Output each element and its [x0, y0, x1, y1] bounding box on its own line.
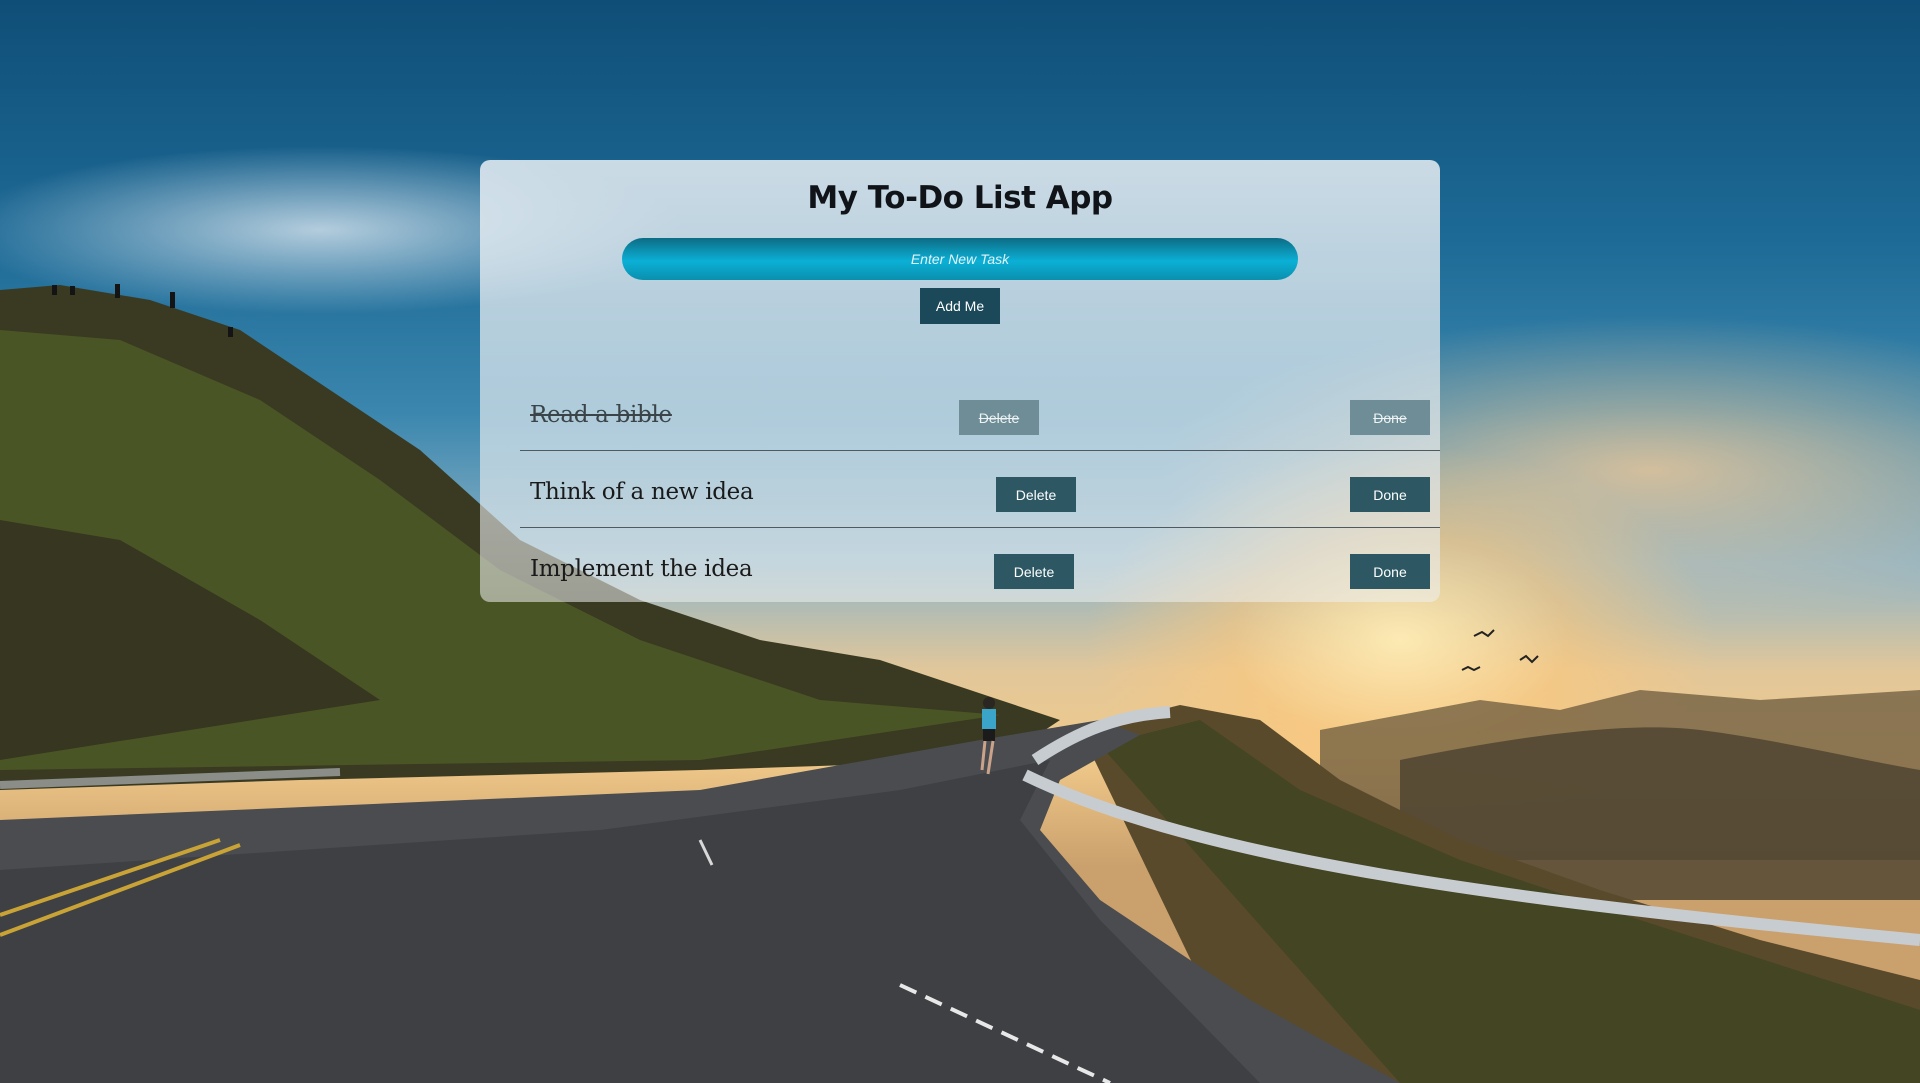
- delete-button[interactable]: Delete: [994, 554, 1074, 589]
- done-button[interactable]: Done: [1350, 400, 1430, 435]
- task-text: Think of a new idea: [530, 479, 754, 505]
- delete-button[interactable]: Delete: [959, 400, 1039, 435]
- todo-card: My To-Do List App Add Me Read a bible De…: [480, 160, 1440, 602]
- task-item: Think of a new idea Delete Done: [520, 451, 1440, 528]
- task-list: Read a bible Delete Done Think of a new …: [480, 160, 1440, 602]
- task-item: Implement the idea Delete Done: [520, 528, 1440, 602]
- task-text: Implement the idea: [530, 556, 753, 582]
- done-button[interactable]: Done: [1350, 554, 1430, 589]
- done-button[interactable]: Done: [1350, 477, 1430, 512]
- delete-button[interactable]: Delete: [996, 477, 1076, 512]
- task-item: Read a bible Delete Done: [520, 374, 1440, 451]
- task-text: Read a bible: [530, 402, 672, 428]
